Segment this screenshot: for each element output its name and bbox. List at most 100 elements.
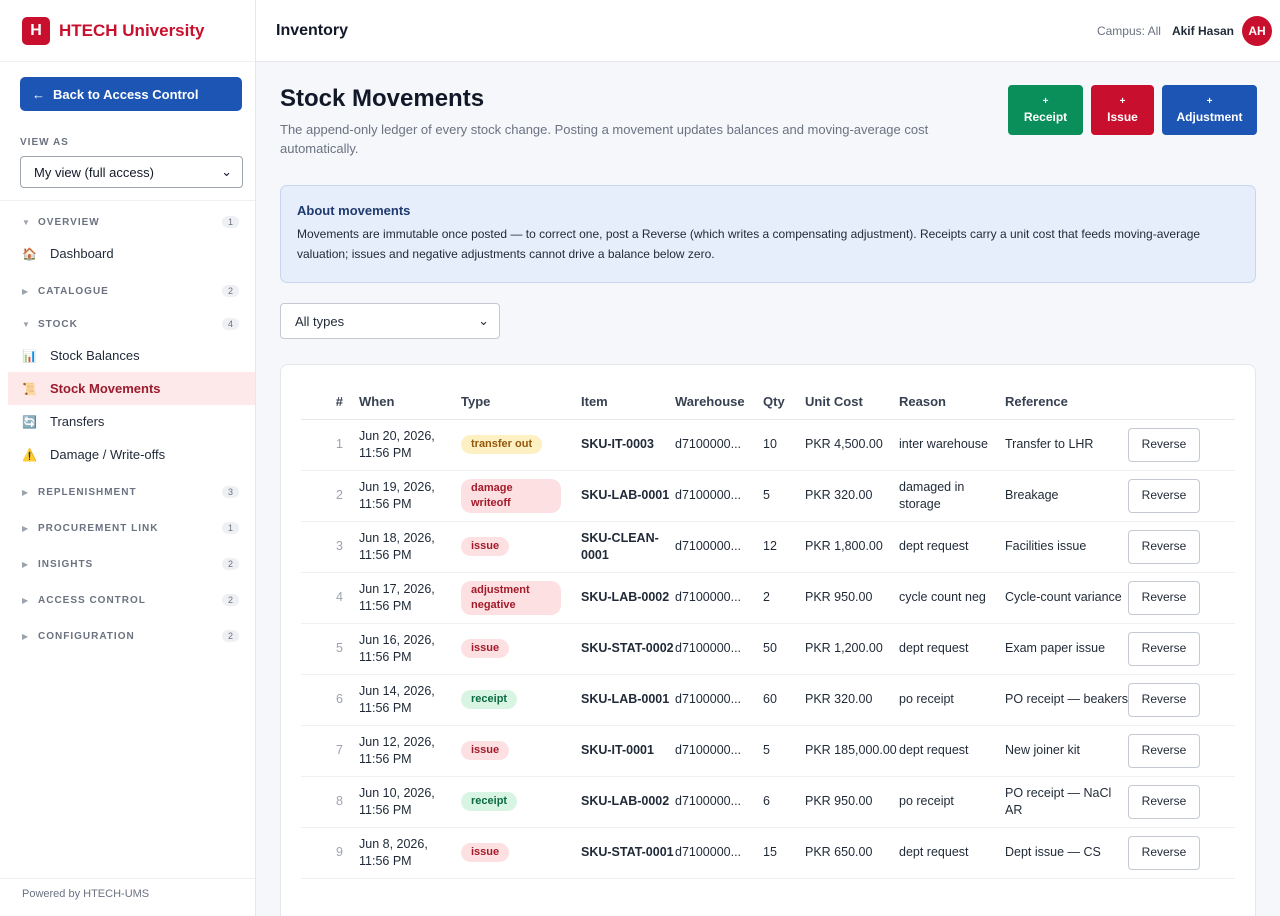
nav-group-count: 2 [221, 630, 239, 642]
column-header-reference: Reference [1005, 385, 1128, 420]
add-receipt-button[interactable]: + Receipt [1008, 85, 1083, 135]
campus-selector[interactable]: Campus: All [1097, 24, 1161, 38]
table-row: 2 Jun 19, 2026, 11:56 PM damage writeoff SK… [301, 470, 1235, 522]
movement-unit-cost: PKR 950.00 [805, 572, 899, 624]
movement-item-sku[interactable]: SKU-STAT-0002 [581, 623, 675, 675]
sidebar-item-dashboard[interactable]: 🏠 Dashboard [0, 237, 255, 270]
movement-type-badge: receipt [461, 792, 518, 811]
table-row: 3 Jun 18, 2026, 11:56 PM issue SKU-CLEAN-00… [301, 521, 1235, 573]
reverse-button[interactable]: Reverse [1128, 682, 1200, 717]
powered-by: Powered by HTECH-UMS [0, 878, 255, 916]
movement-type-badge: issue [461, 843, 510, 862]
movement-reason: cycle count neg [899, 572, 1005, 624]
movement-warehouse: d7100000... [675, 776, 763, 828]
reverse-button[interactable]: Reverse [1128, 631, 1200, 666]
movement-unit-cost: PKR 4,500.00 [805, 419, 899, 471]
nav-group-insights[interactable]: ▶ INSIGHTS 2 [0, 549, 255, 579]
movement-qty: 10 [763, 419, 805, 471]
nav-group-count: 2 [221, 285, 239, 297]
movement-item-sku[interactable]: SKU-LAB-0002 [581, 572, 675, 624]
movement-reference: Breakage [1005, 470, 1128, 522]
add-adjustment-button[interactable]: + Adjustment [1162, 85, 1257, 135]
reverse-button[interactable]: Reverse [1128, 529, 1200, 564]
movement-when: Jun 10, 2026, 11:56 PM [359, 776, 461, 828]
movement-type-badge: adjustment negative [461, 580, 561, 615]
nav-group-stock[interactable]: ▼ STOCK 4 [0, 309, 255, 339]
view-as-select[interactable]: My view (full access) ⌄ [20, 156, 243, 188]
sidebar-item-damage-write-offs[interactable]: ⚠️ Damage / Write-offs [0, 438, 255, 471]
type-filter-value: All types [295, 313, 345, 329]
add-issue-button[interactable]: + Issue [1091, 85, 1154, 135]
type-filter-select[interactable]: All types ⌄ [280, 303, 500, 339]
reverse-button[interactable]: Reverse [1128, 784, 1200, 819]
row-number: 1 [301, 419, 359, 471]
scroll-icon: 📜 [22, 381, 37, 396]
nav-group-configuration[interactable]: ▶ CONFIGURATION 2 [0, 621, 255, 651]
page-header: Stock Movements The append-only ledger o… [280, 85, 1257, 158]
bar-chart-icon: 📊 [22, 348, 37, 363]
movement-when: Jun 19, 2026, 11:56 PM [359, 470, 461, 522]
back-button-label: Back to Access Control [53, 86, 199, 102]
movement-type-cell: issue [461, 623, 581, 675]
reverse-button[interactable]: Reverse [1128, 580, 1200, 615]
movement-when: Jun 18, 2026, 11:56 PM [359, 521, 461, 573]
back-to-access-control-button[interactable]: ← Back to Access Control [20, 77, 242, 111]
movement-item-sku[interactable]: SKU-IT-0003 [581, 419, 675, 471]
table-row: 7 Jun 12, 2026, 11:56 PM issue SKU-IT-0001 d… [301, 725, 1235, 777]
nav-group-access-control[interactable]: ▶ ACCESS CONTROL 2 [0, 585, 255, 615]
movement-item-sku[interactable]: SKU-IT-0001 [581, 725, 675, 777]
row-actions: Reverse [1128, 623, 1235, 675]
movement-item-sku[interactable]: SKU-LAB-0002 [581, 776, 675, 828]
sidebar-item-label: Dashboard [50, 246, 114, 261]
row-actions: Reverse [1128, 470, 1235, 522]
reverse-button[interactable]: Reverse [1128, 478, 1200, 513]
movement-unit-cost: PKR 320.00 [805, 470, 899, 522]
row-number: 6 [301, 674, 359, 726]
movement-item-sku[interactable]: SKU-CLEAN-0001 [581, 521, 675, 573]
column-header-qty: Qty [763, 385, 805, 420]
table-row: 1 Jun 20, 2026, 11:56 PM transfer out SKU-I… [301, 419, 1235, 471]
movement-type-cell: receipt [461, 674, 581, 726]
movement-qty: 15 [763, 827, 805, 879]
nav-group-count: 1 [221, 216, 239, 228]
caret-down-icon: ▼ [22, 217, 30, 227]
house-icon: 🏠 [22, 246, 37, 261]
page-content: Stock Movements The append-only ledger o… [256, 62, 1280, 916]
movement-type-cell: issue [461, 521, 581, 573]
chevron-down-icon: ⌄ [478, 313, 489, 328]
caret-right-icon: ▶ [22, 523, 29, 533]
warning-icon: ⚠️ [22, 447, 37, 462]
page-heading: Stock Movements The append-only ledger o… [280, 85, 1000, 158]
nav-group-procurement-link[interactable]: ▶ PROCUREMENT LINK 1 [0, 513, 255, 543]
movement-when: Jun 16, 2026, 11:56 PM [359, 623, 461, 675]
user-name[interactable]: Akif Hasan [1172, 24, 1234, 38]
movement-item-sku[interactable]: SKU-LAB-0001 [581, 674, 675, 726]
sidebar-item-stock-balances[interactable]: 📊 Stock Balances [0, 339, 255, 372]
nav-group-label: REPLENISHMENT [38, 486, 137, 498]
movement-reference: Exam paper issue [1005, 623, 1128, 675]
reverse-button[interactable]: Reverse [1128, 733, 1200, 768]
movement-type-cell: adjustment negative [461, 572, 581, 624]
reverse-button[interactable]: Reverse [1128, 835, 1200, 870]
view-as-value: My view (full access) [34, 164, 154, 180]
movement-qty: 2 [763, 572, 805, 624]
page-subtitle: The append-only ledger of every stock ch… [280, 122, 929, 156]
brand[interactable]: H HTECH University [0, 0, 255, 62]
reverse-button[interactable]: Reverse [1128, 427, 1200, 462]
column-header-when: When [359, 385, 461, 420]
nav-group-label: OVERVIEW [38, 216, 100, 228]
row-number: 9 [301, 827, 359, 879]
row-number: 8 [301, 776, 359, 828]
page-actions: + Receipt + Issue + Adjustment [1000, 85, 1257, 158]
sidebar-item-transfers[interactable]: 🔄 Transfers [0, 405, 255, 438]
nav-group-catalogue[interactable]: ▶ CATALOGUE 2 [0, 276, 255, 306]
movement-item-sku[interactable]: SKU-STAT-0001 [581, 827, 675, 879]
table-body: 1 Jun 20, 2026, 11:56 PM transfer out SKU-I… [301, 419, 1235, 879]
nav-group-replenishment[interactable]: ▶ REPLENISHMENT 3 [0, 477, 255, 507]
avatar[interactable]: AH [1242, 15, 1272, 46]
movement-item-sku[interactable]: SKU-LAB-0001 [581, 470, 675, 522]
movement-reference: New joiner kit [1005, 725, 1128, 777]
nav-group-overview[interactable]: ▼ OVERVIEW 1 [0, 207, 255, 237]
sidebar-item-stock-movements[interactable]: 📜 Stock Movements [8, 372, 255, 405]
table-row: 6 Jun 14, 2026, 11:56 PM receipt SKU-LAB-00… [301, 674, 1235, 726]
